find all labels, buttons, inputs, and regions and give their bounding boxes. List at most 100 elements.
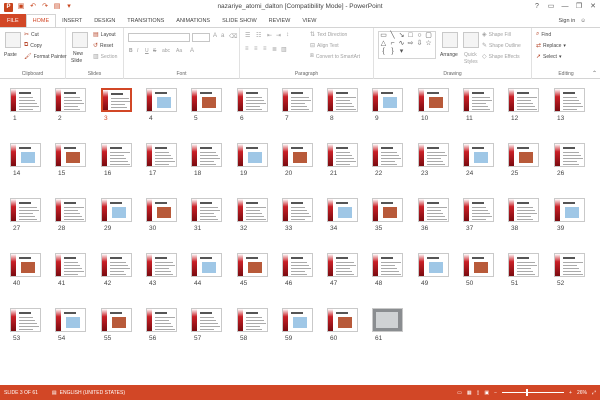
oval-shape-icon[interactable]: ○ (415, 32, 424, 40)
slide-thumbnail[interactable] (282, 88, 313, 112)
arrange-icon[interactable] (442, 32, 458, 48)
slide-thumbnail[interactable] (146, 308, 177, 332)
slide-sorter-view-icon[interactable]: ▦ (467, 390, 472, 396)
slide-thumbnail[interactable] (372, 198, 403, 222)
tab-animations[interactable]: ANIMATIONS (170, 14, 216, 28)
undo-icon[interactable]: ↶ (29, 3, 37, 11)
slide-thumbnail[interactable] (372, 143, 403, 167)
slide-thumbnail[interactable] (463, 88, 494, 112)
arrange-label[interactable]: Arrange (440, 52, 458, 58)
reset-button[interactable]: ↺ Reset (93, 42, 113, 50)
align-center-button[interactable]: ≡ (254, 46, 258, 52)
slide-thumbnail[interactable] (101, 253, 132, 277)
tab-review[interactable]: REVIEW (263, 14, 297, 28)
slide-thumbnail[interactable] (55, 88, 86, 112)
tab-file[interactable]: FILE (0, 14, 26, 28)
paste-button[interactable]: Paste (4, 52, 17, 58)
slide-thumbnail[interactable] (508, 88, 539, 112)
decrease-indent-button[interactable]: ⇤ (267, 32, 272, 39)
save-icon[interactable]: ▣ (17, 3, 25, 11)
shapes-gallery[interactable]: ▭ ╲ ↘ □ ○ ▢ △ ⌐ ∿ ⇨ ⇩ ☆ { } ▾ (378, 31, 436, 59)
close-button[interactable]: ✕ (586, 0, 600, 14)
slide-thumbnail[interactable] (418, 143, 449, 167)
slide-thumbnail[interactable] (418, 198, 449, 222)
slide-thumbnail[interactable] (10, 88, 41, 112)
customize-qat-icon[interactable]: ▾ (65, 3, 73, 11)
slide-thumbnail[interactable] (327, 308, 358, 332)
brace-right-shape-icon[interactable]: } (388, 48, 397, 56)
more-shapes-icon[interactable]: ▾ (397, 48, 406, 56)
slide-thumbnail[interactable] (101, 88, 132, 112)
elbow-connector-shape-icon[interactable]: ⌐ (388, 40, 397, 48)
slide-thumbnail[interactable] (554, 143, 585, 167)
restore-button[interactable]: ❐ (572, 0, 586, 14)
slide-thumbnail[interactable] (191, 198, 222, 222)
strikethrough-button[interactable]: S (153, 48, 156, 54)
justify-button[interactable]: ≣ (272, 46, 277, 53)
bullets-button[interactable]: ☰ (245, 32, 250, 39)
slide-thumbnail[interactable] (101, 143, 132, 167)
redo-icon[interactable]: ↷ (41, 3, 49, 11)
character-spacing-button[interactable]: abc (162, 48, 170, 54)
collapse-ribbon-icon[interactable]: ⌃ (592, 70, 597, 77)
slide-thumbnail[interactable] (191, 88, 222, 112)
slide-thumbnail[interactable] (10, 253, 41, 277)
slide-thumbnail[interactable] (191, 253, 222, 277)
brace-shape-icon[interactable]: { (379, 48, 388, 56)
grow-font-button[interactable]: A (213, 33, 217, 39)
clear-formatting-button[interactable]: ⌫ (229, 33, 237, 40)
down-arrow-shape-icon[interactable]: ⇩ (415, 40, 424, 48)
shape-fill-button[interactable]: ◈ Shape Fill (482, 31, 511, 39)
slide-thumbnail[interactable] (327, 88, 358, 112)
language-indicator[interactable]: ▤ ENGLISH (UNITED STATES) (52, 390, 125, 396)
shape-effects-button[interactable]: ◇ Shape Effects (482, 53, 520, 61)
zoom-slider-thumb[interactable] (526, 389, 529, 396)
slide-thumbnail[interactable] (101, 308, 132, 332)
slideshow-view-icon[interactable]: ▣ (484, 390, 489, 396)
text-direction-button[interactable]: ⇅ Text Direction (310, 31, 347, 39)
tab-transitions[interactable]: TRANSITIONS (121, 14, 170, 28)
slide-thumbnail[interactable] (282, 143, 313, 167)
font-name-box[interactable] (128, 33, 190, 42)
align-left-button[interactable]: ≡ (245, 46, 249, 52)
tab-view[interactable]: VIEW (296, 14, 322, 28)
find-button[interactable]: ⌕ Find (536, 31, 551, 38)
slide-thumbnail[interactable] (191, 308, 222, 332)
section-button[interactable]: ▥ Section (93, 53, 117, 61)
tab-home[interactable]: HOME (25, 14, 57, 28)
tab-slide-show[interactable]: SLIDE SHOW (216, 14, 263, 28)
slide-thumbnail[interactable] (237, 143, 268, 167)
tab-design[interactable]: DESIGN (88, 14, 121, 28)
slide-thumbnail[interactable] (55, 198, 86, 222)
copy-button[interactable]: ⧉ Copy (24, 42, 42, 49)
sign-in[interactable]: Sign in ☺ (559, 14, 586, 28)
minimize-button[interactable]: — (558, 0, 572, 14)
arrow-shape-icon[interactable]: ↘ (397, 32, 406, 40)
slide-thumbnail[interactable] (327, 253, 358, 277)
fit-slide-icon[interactable]: ⤢ (592, 390, 596, 396)
replace-button[interactable]: ⇄ Replace ▾ (536, 42, 566, 50)
slide-thumbnail[interactable] (191, 143, 222, 167)
increase-indent-button[interactable]: ⇥ (276, 32, 281, 39)
slide-thumbnail[interactable] (282, 198, 313, 222)
slide-thumbnail[interactable] (237, 308, 268, 332)
convert-smartart-button[interactable]: ⧈ Convert to SmartArt (310, 53, 360, 60)
right-arrow-shape-icon[interactable]: ⇨ (406, 40, 415, 48)
slide-thumbnail[interactable] (554, 88, 585, 112)
slide-thumbnail[interactable] (10, 308, 41, 332)
slide-thumbnail[interactable] (508, 198, 539, 222)
slide-thumbnail[interactable] (146, 88, 177, 112)
new-slide-label-2[interactable]: Slide (71, 58, 82, 64)
reading-view-icon[interactable]: ▯ (477, 390, 480, 396)
zoom-slider[interactable] (502, 389, 565, 396)
bold-button[interactable]: B (129, 48, 133, 54)
format-painter-button[interactable]: 🖌 Format Painter (24, 53, 67, 61)
shrink-font-button[interactable]: a (221, 33, 224, 39)
slide-thumbnail[interactable] (508, 143, 539, 167)
slide-thumbnail[interactable] (418, 88, 449, 112)
slide-thumbnail[interactable] (146, 143, 177, 167)
align-text-button[interactable]: ⊟ Align Text (310, 42, 339, 50)
slide-thumbnail[interactable] (418, 253, 449, 277)
font-color-button[interactable]: A (190, 48, 194, 54)
normal-view-icon[interactable]: ▭ (457, 390, 462, 396)
